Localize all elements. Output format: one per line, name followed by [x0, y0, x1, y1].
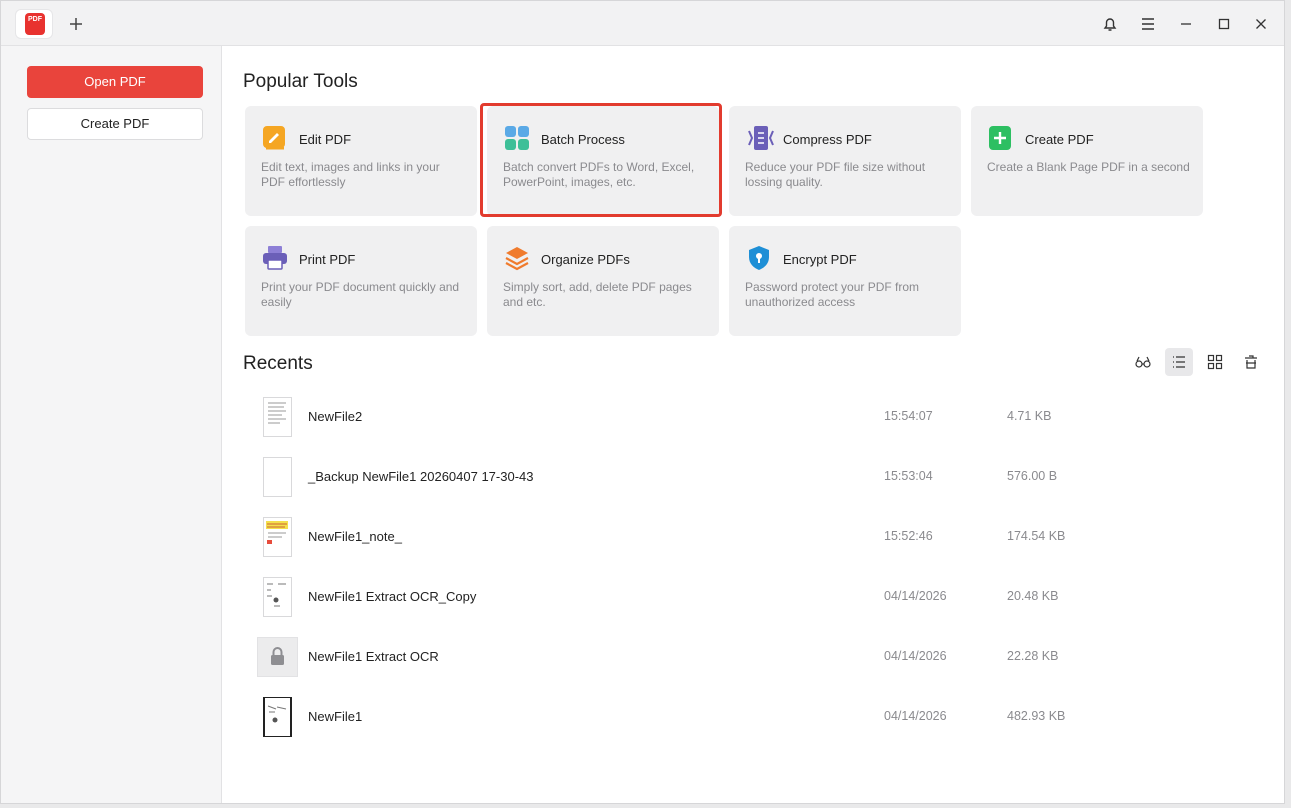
file-thumbnail: [263, 397, 292, 437]
file-size: 22.28 KB: [1007, 649, 1059, 663]
file-thumbnail: [263, 577, 292, 617]
file-thumbnail: [263, 697, 292, 737]
app-window: PDF Open PDF Create PDF Popular Tools Ed…: [0, 0, 1285, 804]
minimize-icon[interactable]: [1175, 13, 1197, 35]
file-thumbnail: [263, 517, 292, 557]
tool-card-edit-pdf[interactable]: Edit PDF Edit text, images and links in …: [245, 106, 477, 216]
file-size: 174.54 KB: [1007, 529, 1066, 543]
recent-file-row[interactable]: NewFile2 15:54:07 4.71 KB: [244, 387, 1264, 447]
recent-file-row[interactable]: NewFile1 Extract OCR 04/14/2026 22.28 KB: [244, 627, 1264, 687]
file-time: 04/14/2026: [884, 589, 947, 603]
tool-description: Simply sort, add, delete PDF pages and e…: [503, 280, 692, 309]
plus-icon[interactable]: [65, 13, 87, 35]
edit-icon: [262, 125, 288, 151]
tool-description: Edit text, images and links in your PDF …: [261, 160, 440, 189]
file-time: 15:54:07: [884, 409, 933, 423]
recent-file-row[interactable]: NewFile1 Extract OCR_Copy 04/14/2026 20.…: [244, 567, 1264, 627]
tool-title: Encrypt PDF: [783, 252, 857, 267]
tool-description: Create a Blank Page PDF in a second: [987, 160, 1190, 174]
bell-icon[interactable]: [1099, 13, 1121, 35]
file-name: NewFile2: [308, 409, 363, 424]
tool-title: Print PDF: [299, 252, 356, 267]
file-name: _Backup NewFile1 20260407 17-30-43: [308, 469, 534, 484]
tool-card-compress-pdf[interactable]: Compress PDF Reduce your PDF file size w…: [729, 106, 961, 216]
file-time: 15:52:46: [884, 529, 933, 543]
organize-icon: [504, 245, 530, 271]
file-name: NewFile1 Extract OCR_Copy: [308, 589, 477, 604]
file-size: 482.93 KB: [1007, 709, 1066, 723]
clear-recents-icon[interactable]: [1237, 348, 1265, 376]
lock-icon: [257, 637, 298, 677]
file-size: 4.71 KB: [1007, 409, 1052, 423]
tool-card-create-pdf[interactable]: Create PDF Create a Blank Page PDF in a …: [971, 106, 1203, 216]
tool-card-organize-pdfs[interactable]: Organize PDFs Simply sort, add, delete P…: [487, 226, 719, 336]
file-time: 04/14/2026: [884, 709, 947, 723]
shield-icon: [746, 245, 772, 271]
tool-title: Compress PDF: [783, 132, 872, 147]
tool-title: Edit PDF: [299, 132, 352, 147]
title-bar: PDF: [1, 1, 1284, 46]
file-size: 20.48 KB: [1007, 589, 1059, 603]
open-pdf-button[interactable]: Open PDF: [27, 66, 203, 98]
file-name: NewFile1: [308, 709, 363, 724]
file-name: NewFile1 Extract OCR: [308, 649, 439, 664]
create-icon: [988, 125, 1014, 151]
tool-card-print-pdf[interactable]: Print PDF Print your PDF document quickl…: [245, 226, 477, 336]
recent-file-row[interactable]: _Backup NewFile1 20260407 17-30-43 15:53…: [244, 447, 1264, 507]
close-icon[interactable]: [1250, 13, 1272, 35]
file-time: 15:53:04: [884, 469, 933, 483]
pdf-logo-icon: PDF: [25, 13, 45, 35]
create-pdf-button[interactable]: Create PDF: [27, 108, 203, 140]
grid-view-icon[interactable]: [1201, 348, 1229, 376]
file-name: NewFile1_note_: [308, 529, 402, 544]
tool-description: Reduce your PDF file size without lossin…: [745, 160, 926, 189]
menu-icon[interactable]: [1137, 13, 1159, 35]
batch-icon: [504, 125, 530, 151]
file-time: 04/14/2026: [884, 649, 947, 663]
tool-title: Batch Process: [541, 132, 625, 147]
tool-description: Print your PDF document quickly and easi…: [261, 280, 460, 309]
tool-description: Batch convert PDFs to Word, Excel, Power…: [503, 160, 695, 189]
glasses-icon[interactable]: [1129, 348, 1157, 376]
compress-icon: [746, 125, 774, 151]
recents-heading: Recents: [243, 353, 313, 374]
tool-card-encrypt-pdf[interactable]: Encrypt PDF Password protect your PDF fr…: [729, 226, 961, 336]
tool-title: Create PDF: [1025, 132, 1094, 147]
tool-card-batch-process[interactable]: Batch Process Batch convert PDFs to Word…: [487, 106, 719, 216]
popular-tools-heading: Popular Tools: [243, 71, 358, 92]
recent-file-row[interactable]: NewFile1_note_ 15:52:46 174.54 KB: [244, 507, 1264, 567]
tool-description: Password protect your PDF from unauthori…: [745, 280, 920, 309]
recent-file-row[interactable]: NewFile1 04/14/2026 482.93 KB: [244, 687, 1264, 747]
file-thumbnail: [263, 457, 292, 497]
sidebar: Open PDF Create PDF: [1, 46, 222, 803]
app-logo[interactable]: PDF: [16, 10, 52, 38]
file-size: 576.00 B: [1007, 469, 1058, 483]
print-icon: [262, 245, 288, 271]
tool-title: Organize PDFs: [541, 252, 630, 267]
list-view-icon[interactable]: [1165, 348, 1193, 376]
maximize-icon[interactable]: [1213, 13, 1235, 35]
